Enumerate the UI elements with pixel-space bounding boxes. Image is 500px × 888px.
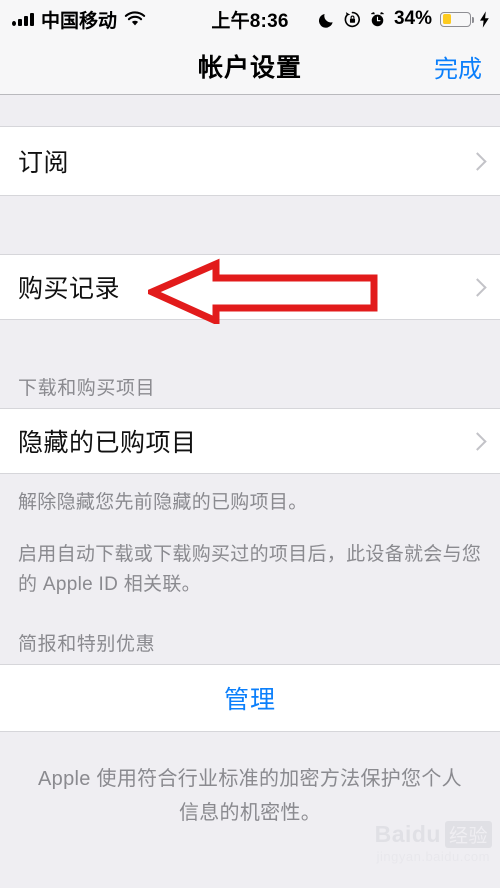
spacer-top xyxy=(0,95,500,126)
battery-percent-label: 34% xyxy=(393,8,432,29)
row-purchase-history[interactable]: 购买记录 xyxy=(0,254,500,320)
manage-button-label: 管理 xyxy=(223,686,276,714)
row-purchase-history-label: 购买记录 xyxy=(18,275,121,303)
section-header-newsletter: 简报和特别优惠 xyxy=(0,600,500,664)
carrier-label: 中国移动 xyxy=(41,10,118,32)
clock-label: 上午8:36 xyxy=(211,10,289,32)
row-subscriptions-label: 订阅 xyxy=(18,149,70,177)
lightning-bolt-icon xyxy=(479,10,490,28)
downloads-footer-text: 解除隐藏您先前隐藏的已购项目。 启用自动下载或下载购买过的项目后，此设备就会与您… xyxy=(0,474,500,600)
footer-line-2: 启用自动下载或下载购买过的项目后，此设备就会与您的 Apple ID 相关联。 xyxy=(18,544,482,595)
section-header-downloads: 下载和购买项目 xyxy=(0,320,500,408)
row-hidden-purchases[interactable]: 隐藏的已购项目 xyxy=(0,408,500,474)
watermark-url: jingyan.baidu.com xyxy=(376,849,490,864)
phone-screen: 中国移动 上午8:36 34% 帐户设置 完成 订阅 购买记录 下载和购买项目 … xyxy=(0,0,500,888)
privacy-note: Apple 使用符合行业标准的加密方法保护您个人信息的机密性。 xyxy=(0,732,500,830)
section-header-newsletter-label: 简报和特别优惠 xyxy=(18,634,156,655)
done-button[interactable]: 完成 xyxy=(434,49,482,84)
row-hidden-purchases-label: 隐藏的已购项目 xyxy=(18,429,197,457)
chevron-right-icon xyxy=(468,431,487,451)
battery-low-power-icon xyxy=(440,11,474,27)
section-header-downloads-label: 下载和购买项目 xyxy=(18,378,156,399)
status-bar: 中国移动 上午8:36 34% xyxy=(0,0,500,38)
status-bar-left: 中国移动 xyxy=(12,6,146,33)
spacer-after-subscriptions xyxy=(0,196,500,254)
alarm-clock-icon xyxy=(369,11,386,28)
moon-do-not-disturb-icon xyxy=(318,11,336,28)
page-title: 帐户设置 xyxy=(197,54,302,82)
cellular-signal-icon xyxy=(12,12,34,26)
status-bar-right: 34% xyxy=(318,8,490,30)
footer-line-1: 解除隐藏您先前隐藏的已购项目。 xyxy=(18,492,308,513)
navigation-bar: 帐户设置 完成 xyxy=(0,38,500,95)
rotation-lock-icon xyxy=(344,11,361,28)
wifi-icon xyxy=(124,11,146,27)
row-subscriptions[interactable]: 订阅 xyxy=(0,126,500,196)
manage-button[interactable]: 管理 xyxy=(0,664,500,732)
chevron-right-icon xyxy=(468,277,487,297)
chevron-right-icon xyxy=(468,151,487,171)
